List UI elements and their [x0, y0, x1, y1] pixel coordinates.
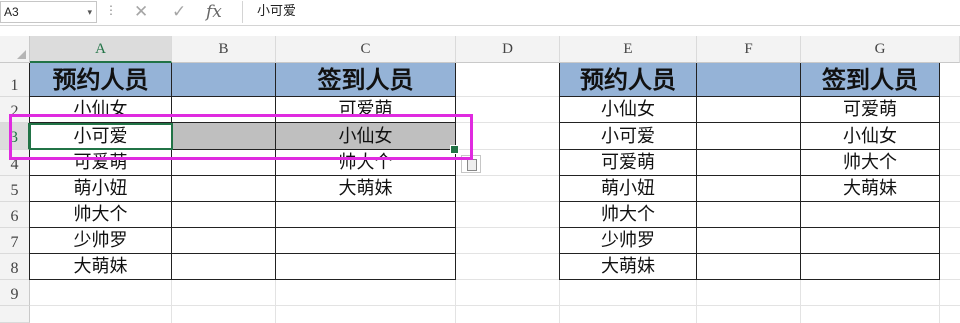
annotation-highlight-box [9, 114, 473, 160]
cell-a6[interactable]: 帅大个 [30, 202, 172, 228]
cell-a5[interactable]: 萌小妞 [30, 176, 172, 202]
column-header-b[interactable]: B [172, 36, 276, 63]
cell-b6[interactable] [172, 202, 276, 228]
row-header-8[interactable]: 8 [0, 254, 30, 280]
row-header-10[interactable] [0, 306, 30, 323]
row-header-1[interactable]: 1 [0, 63, 30, 97]
cell-c1[interactable]: 签到人员 [276, 63, 456, 97]
cell-b8[interactable] [172, 254, 276, 280]
cell-a8[interactable]: 大萌妹 [30, 254, 172, 280]
cell-a1[interactable]: 预约人员 [30, 63, 172, 97]
cell-e6[interactable]: 帅大个 [560, 202, 697, 228]
name-box-value: A3 [4, 5, 19, 19]
row-header-5[interactable]: 5 [0, 176, 30, 202]
cell-f4[interactable] [697, 150, 801, 176]
cell-b7[interactable] [172, 228, 276, 254]
formula-input[interactable]: 小可爱 [242, 1, 960, 23]
formula-bar: A3 ▾ ⋮ ✕ ✓ fx 小可爱 [0, 0, 960, 26]
cell-f1[interactable] [697, 63, 801, 97]
column-header-f[interactable]: F [697, 36, 801, 63]
name-box[interactable]: A3 ▾ [0, 1, 97, 23]
cell-f3[interactable] [697, 123, 801, 150]
row-header-7[interactable]: 7 [0, 228, 30, 254]
cell-c7[interactable] [276, 228, 456, 254]
cell-g8[interactable] [801, 254, 940, 280]
enter-icon[interactable]: ✓ [172, 2, 186, 22]
cell-g5[interactable]: 大萌妹 [801, 176, 940, 202]
column-header-g[interactable]: G [801, 36, 960, 63]
cell-g2[interactable]: 可爱萌 [801, 97, 940, 123]
cell-b5[interactable] [172, 176, 276, 202]
select-all-corner[interactable] [0, 36, 30, 63]
cell-e7[interactable]: 少帅罗 [560, 228, 697, 254]
cell-f8[interactable] [697, 254, 801, 280]
cell-a7[interactable]: 少帅罗 [30, 228, 172, 254]
cell-f7[interactable] [697, 228, 801, 254]
chevron-down-icon[interactable]: ▾ [87, 2, 92, 22]
cell-f5[interactable] [697, 176, 801, 202]
cell-e2[interactable]: 小仙女 [560, 97, 697, 123]
cell-g7[interactable] [801, 228, 940, 254]
gridline [30, 305, 960, 306]
cell-e8[interactable]: 大萌妹 [560, 254, 697, 280]
row-header-9[interactable]: 9 [0, 280, 30, 306]
cell-c5[interactable]: 大萌妹 [276, 176, 456, 202]
more-icon: ⋮ [105, 3, 117, 17]
cell-g1[interactable]: 签到人员 [801, 63, 940, 97]
cell-b1[interactable] [172, 63, 276, 97]
column-header-c[interactable]: C [276, 36, 456, 63]
cell-g6[interactable] [801, 202, 940, 228]
function-icon[interactable]: fx [206, 2, 222, 22]
cell-g3[interactable]: 小仙女 [801, 123, 940, 150]
cell-f6[interactable] [697, 202, 801, 228]
cell-e4[interactable]: 可爱萌 [560, 150, 697, 176]
cell-g4[interactable]: 帅大个 [801, 150, 940, 176]
column-header-a[interactable]: A [30, 36, 172, 63]
cell-c8[interactable] [276, 254, 456, 280]
cell-c6[interactable] [276, 202, 456, 228]
row-header-6[interactable]: 6 [0, 202, 30, 228]
cell-e5[interactable]: 萌小妞 [560, 176, 697, 202]
column-header-e[interactable]: E [560, 36, 697, 63]
cell-e3[interactable]: 小可爱 [560, 123, 697, 150]
column-header-d[interactable]: D [456, 36, 560, 63]
cell-f2[interactable] [697, 97, 801, 123]
cancel-icon[interactable]: ✕ [134, 2, 148, 22]
cell-e1[interactable]: 预约人员 [560, 63, 697, 97]
